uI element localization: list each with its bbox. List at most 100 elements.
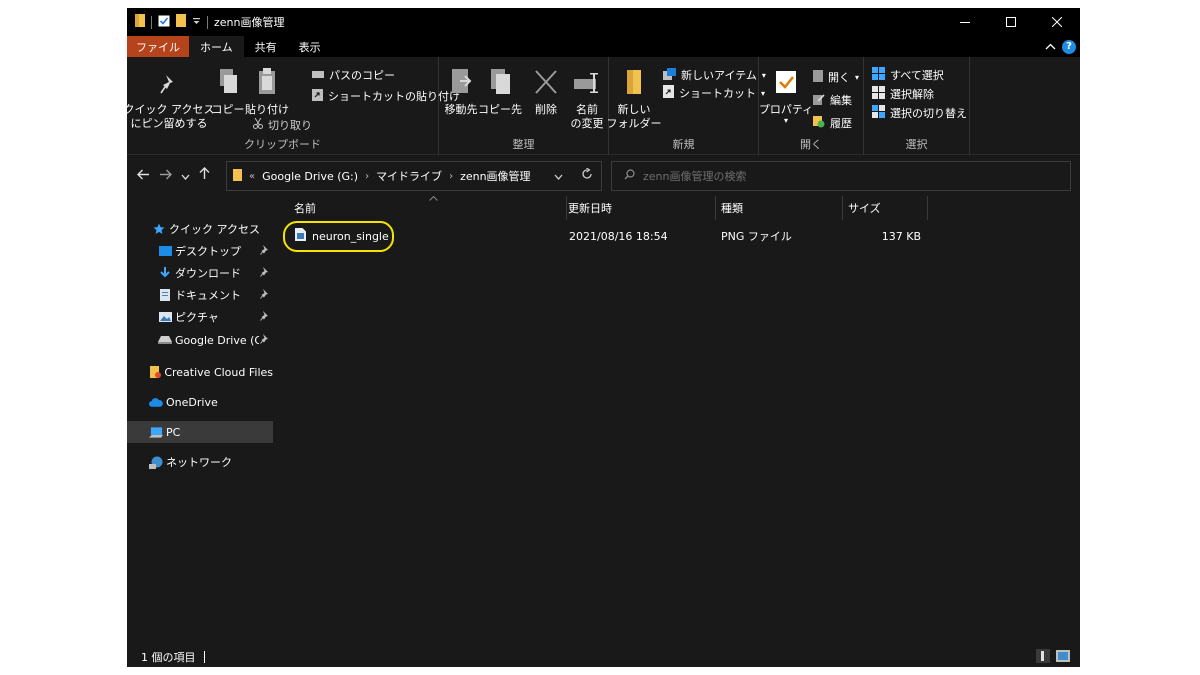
column-header-size[interactable]: サイズ [843,196,928,220]
path-icon [312,69,324,82]
move-to-icon [450,67,472,99]
search-box[interactable]: zenn画像管理の検索 [611,161,1071,191]
tab-home[interactable]: ホーム [189,36,244,57]
sort-ascending-icon [429,194,438,204]
column-header-modified[interactable]: 更新日時 [563,196,716,220]
nav-network-label: ネットワーク [166,456,232,469]
new-folder-button[interactable]: 新しい フォルダー [607,69,662,131]
pin-to-quick-access-button[interactable]: クイック アクセス にピン留めする [127,69,214,131]
nav-documents[interactable]: ドキュメント [127,284,273,306]
computer-icon [149,426,163,438]
breadcrumb-overflow[interactable]: « [249,171,255,182]
network-icon [149,456,163,469]
customize-toolbar-icon[interactable] [192,16,201,29]
nav-pictures[interactable]: ピクチャ [127,306,273,328]
maximize-button[interactable] [988,8,1034,36]
up-arrow-icon[interactable] [199,167,210,184]
pin-icon [260,334,269,347]
edit-button[interactable]: 編集 [813,92,852,108]
tab-file[interactable]: ファイル [127,36,189,57]
nav-quick-access[interactable]: クイック アクセス [127,218,273,240]
view-toggle [1036,649,1070,666]
history-button[interactable]: 履歴 [813,115,852,131]
copy-icon [217,67,239,99]
easy-access-label: ショートカット [679,87,756,100]
pin-icon [260,311,269,324]
nav-google-drive-label: Google Drive (G:) [175,333,259,347]
help-icon[interactable]: ? [1062,39,1076,54]
refresh-icon[interactable] [581,167,593,183]
properties-quick-icon[interactable] [158,15,170,30]
toolbar-divider [151,15,152,29]
file-modified: 2021/08/16 18:54 [569,229,668,243]
details-view-icon[interactable] [1036,649,1050,666]
address-dropdown-chevron-icon[interactable] [554,169,563,183]
new-folder-quick-icon[interactable] [176,14,186,30]
tab-share[interactable]: 共有 [244,36,288,57]
copy-to-button[interactable]: コピー先 [478,69,522,117]
file-type: PNG ファイル [721,230,792,243]
select-none-button[interactable]: 選択解除 [872,86,934,102]
nav-desktop[interactable]: デスクトップ [127,240,273,262]
back-arrow-icon[interactable] [137,168,150,184]
column-header-name[interactable]: 名前 [289,194,567,220]
move-to-label: 移動先 [444,103,478,116]
paste-button[interactable]: 貼り付け [245,68,289,117]
document-icon [158,289,172,301]
forward-arrow-icon[interactable] [159,168,172,184]
edit-label: 編集 [830,94,852,107]
address-bar[interactable]: « Google Drive (G:) › マイドライブ › zenn画像管理 [226,161,602,191]
column-size-label: サイズ [848,202,881,215]
chevron-right-icon[interactable]: › [449,171,453,182]
delete-x-icon [534,69,558,99]
invert-selection-icon [872,105,885,121]
copy-to-label: コピー先 [478,103,522,116]
paste-shortcut-button[interactable]: ショートカットの貼り付け [312,88,460,104]
move-to-button[interactable]: 移動先 [443,69,479,117]
search-placeholder: zenn画像管理の検索 [643,170,747,183]
copy-button[interactable]: コピー [211,67,245,117]
nav-documents-label: ドキュメント [175,289,241,302]
nav-network[interactable]: ネットワーク [127,451,273,473]
rename-button[interactable]: 名前 の変更 [567,69,607,131]
organize-group: 移動先 コピー先 削除 名前 の変更 整理 [439,57,609,155]
tab-view[interactable]: 表示 [288,36,332,57]
cloud-icon [149,397,163,407]
nav-creative-cloud[interactable]: Creative Cloud Files [127,361,273,383]
minimize-button[interactable] [942,8,988,36]
select-all-button[interactable]: すべて選択 [872,67,944,83]
invert-selection-button[interactable]: 選択の切り替え [872,105,967,121]
nav-downloads[interactable]: ダウンロード [127,262,273,284]
nav-google-drive[interactable]: Google Drive (G:) [127,329,273,351]
clipboard-group-label: クリップボード [244,138,321,151]
copy-path-button[interactable]: パスのコピー [312,67,395,83]
breadcrumb-current-folder[interactable]: zenn画像管理 [460,168,531,184]
nav-onedrive-label: OneDrive [166,395,218,409]
column-type-label: 種類 [721,202,743,215]
new-item-button[interactable]: 新しいアイテム ▾ [663,67,766,83]
delete-button[interactable]: 削除 [529,69,563,117]
properties-button[interactable]: プロパティ ▾ [759,69,813,125]
nav-pc[interactable]: PC [127,421,273,443]
chevron-right-icon[interactable]: › [365,171,369,182]
breadcrumb-my-drive[interactable]: マイドライブ [376,168,442,184]
easy-access-button[interactable]: ショートカット ▾ [663,85,765,101]
breadcrumb-google-drive[interactable]: Google Drive (G:) [262,170,358,183]
recent-locations-chevron-icon[interactable] [181,168,190,184]
open-button[interactable]: 開く ▾ [813,69,859,85]
folder-icon [135,14,145,30]
column-modified-label: 更新日時 [568,202,612,215]
nav-onedrive[interactable]: OneDrive [127,391,273,413]
pin-icon [159,73,179,99]
quick-access-toolbar [127,14,208,30]
column-header-type[interactable]: 種類 [716,196,843,220]
file-row[interactable]: neuron_single 2021/08/16 18:54 PNG ファイル … [273,226,1080,246]
window-controls [942,8,1080,36]
close-button[interactable] [1034,8,1080,36]
copy-path-label: パスのコピー [329,69,395,82]
large-icons-view-icon[interactable] [1056,650,1070,665]
invert-selection-label: 選択の切り替え [890,107,967,120]
copy-label: コピー [211,103,245,116]
collapse-ribbon-icon[interactable] [1045,40,1056,53]
cut-button[interactable]: 切り取り [253,117,312,133]
